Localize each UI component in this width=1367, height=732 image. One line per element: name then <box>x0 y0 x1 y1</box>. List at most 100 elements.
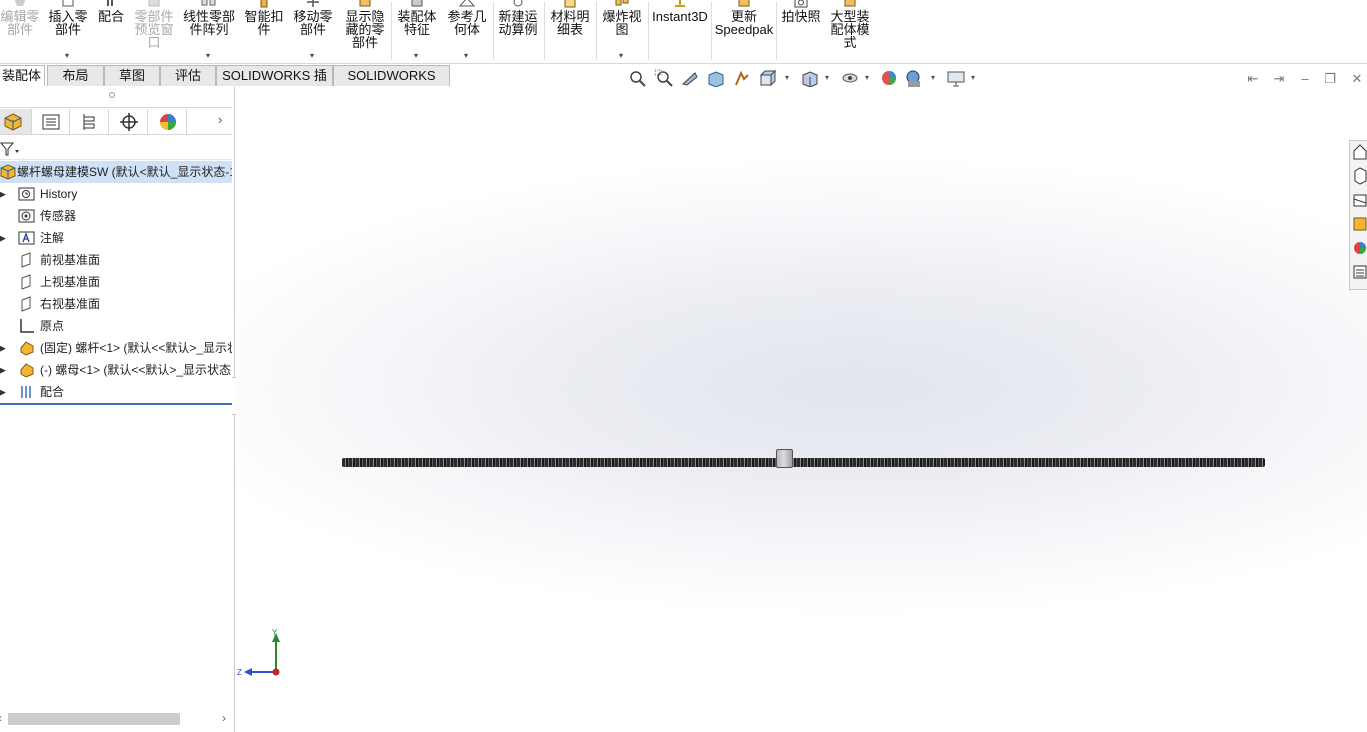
previous-view-icon[interactable] <box>680 69 700 89</box>
move-component-button[interactable]: 移动零 部件 ▾ <box>291 0 335 62</box>
edit-appearance-icon[interactable] <box>880 69 900 89</box>
home-icon[interactable] <box>1352 143 1367 163</box>
update-speedpak-button[interactable]: 更新 Speedpak <box>714 0 774 62</box>
scrollbar-thumb[interactable] <box>8 713 180 725</box>
graphics-area[interactable]: Y Z <box>236 87 1367 732</box>
display-style-icon[interactable] <box>800 69 820 89</box>
chevron-right-icon[interactable]: › <box>218 112 222 127</box>
zoom-to-fit-icon[interactable] <box>628 69 648 89</box>
tile-right-icon[interactable]: ⇥ <box>1271 71 1287 87</box>
tree-node-right-plane[interactable]: 右视基准面 <box>0 293 232 315</box>
rollback-bar[interactable] <box>0 403 232 405</box>
assembly-icon <box>0 164 17 180</box>
annotations-icon <box>18 230 35 246</box>
bom-button[interactable]: 材料明 细表 <box>548 0 592 62</box>
exploded-view-button[interactable]: 爆炸视 图 ▾ <box>600 0 644 62</box>
hide-show-items-icon[interactable] <box>840 69 860 89</box>
view-orientation-icon[interactable] <box>758 69 778 89</box>
move-component-icon <box>304 0 322 8</box>
dropdown-arrow-icon[interactable]: ▾ <box>785 73 789 82</box>
dropdown-arrow-icon[interactable]: ▾ <box>971 73 975 82</box>
expand-arrow-icon[interactable]: ▶ <box>0 337 6 359</box>
scroll-left-icon[interactable]: ‹ <box>0 711 2 725</box>
dropdown-arrow-icon[interactable]: ▾ <box>865 73 869 82</box>
tab-solidworks-mbd[interactable]: SOLIDWORKS MBD <box>333 65 450 103</box>
section-view-icon[interactable] <box>706 69 726 89</box>
tab-configuration-manager[interactable] <box>71 109 109 134</box>
edit-component-button[interactable]: 编辑零 部件 <box>0 0 40 62</box>
instant3d-icon <box>671 0 689 8</box>
dropdown-arrow-icon[interactable]: ▾ <box>414 49 418 62</box>
tree-node-annotations[interactable]: ▶ 注解 <box>0 227 232 249</box>
expand-arrow-icon[interactable]: ▶ <box>0 359 6 381</box>
new-motion-study-button[interactable]: 新建运 动算例 <box>496 0 540 62</box>
dynamic-annotation-icon[interactable] <box>732 69 752 89</box>
panel-splitter-handle[interactable] <box>109 92 115 98</box>
tree-node-mates[interactable]: ▶ 配合 <box>0 381 232 403</box>
tab-sketch[interactable]: 草图 <box>104 65 160 86</box>
bom-icon <box>561 0 579 8</box>
tab-assembly[interactable]: 装配体 <box>0 65 45 86</box>
zoom-to-area-icon[interactable] <box>654 69 674 89</box>
close-icon[interactable]: ✕ <box>1349 71 1365 87</box>
horizontal-scrollbar[interactable]: ‹ › <box>0 711 232 727</box>
instant3d-button[interactable]: Instant3D <box>652 0 708 62</box>
reference-triad: Y Z <box>237 628 280 677</box>
insert-component-button[interactable]: 插入零 部件 ▾ <box>46 0 90 62</box>
tab-feature-manager[interactable] <box>0 109 32 134</box>
large-assembly-mode-button[interactable]: 大型装 配体模 式 <box>827 0 873 62</box>
smart-fastener-button[interactable]: 智能扣 件 <box>242 0 286 62</box>
assembly-feature-button[interactable]: 装配体 特征 ▾ <box>395 0 439 62</box>
show-hidden-components-button[interactable]: 显示隐 藏的零 部件 <box>342 0 388 62</box>
panel-tabs: › <box>0 107 232 135</box>
dropdown-arrow-icon[interactable]: ▾ <box>206 49 210 62</box>
file-explorer-icon[interactable] <box>1352 191 1367 211</box>
linear-pattern-button[interactable]: 线性零部 件阵列 ▾ <box>181 0 237 62</box>
custom-properties-icon[interactable] <box>1352 263 1367 283</box>
filter-icon[interactable] <box>0 140 22 161</box>
tab-dimxpert-manager[interactable] <box>110 109 148 134</box>
minimize-icon[interactable]: – <box>1297 71 1313 87</box>
dropdown-arrow-icon[interactable]: ▾ <box>931 73 935 82</box>
reference-geometry-button[interactable]: 参考几 何体 ▾ <box>444 0 490 62</box>
task-pane <box>1349 140 1367 290</box>
view-palette-icon[interactable] <box>1352 215 1367 235</box>
tab-display-manager[interactable] <box>149 109 187 134</box>
tab-property-manager[interactable] <box>32 109 70 134</box>
snapshot-button[interactable]: 拍快照 <box>779 0 823 62</box>
tree-root-assembly[interactable]: 螺杆螺母建模SW (默认<默认_显示状态-1>) <box>0 161 232 183</box>
tree-node-screw-part[interactable]: ▶ (固定) 螺杆<1> (默认<<默认>_显示状态 1>) <box>0 337 232 359</box>
view-settings-icon[interactable] <box>946 69 966 89</box>
tab-evaluate[interactable]: 评估 <box>160 65 216 86</box>
tree-node-origin[interactable]: 原点 <box>0 315 232 337</box>
dropdown-arrow-icon[interactable]: ▾ <box>464 49 468 62</box>
tree-node-nut-part[interactable]: ▶ (-) 螺母<1> (默认<<默认>_显示状态 1>) <box>0 359 232 381</box>
tree-node-history[interactable]: ▶ History <box>0 183 232 205</box>
scroll-right-icon[interactable]: › <box>222 711 226 725</box>
tree-node-front-plane[interactable]: 前视基准面 <box>0 249 232 271</box>
screw-model[interactable] <box>342 458 1265 467</box>
ribbon-separator <box>544 2 545 60</box>
nut-model[interactable] <box>776 449 793 468</box>
configuration-manager-icon <box>83 114 95 130</box>
dropdown-arrow-icon[interactable]: ▾ <box>65 49 69 62</box>
design-library-icon[interactable] <box>1352 167 1367 187</box>
mate-button[interactable]: 配合 <box>95 0 127 62</box>
dropdown-arrow-icon[interactable]: ▾ <box>619 49 623 62</box>
ribbon-separator <box>493 2 494 60</box>
tab-solidworks-addins[interactable]: SOLIDWORKS 插件 <box>216 65 333 103</box>
restore-icon[interactable]: ❐ <box>1322 71 1338 87</box>
component-preview-button[interactable]: 零部件 预览窗 口 <box>132 0 176 62</box>
tree-node-sensors[interactable]: 传感器 <box>0 205 232 227</box>
expand-arrow-icon[interactable]: ▶ <box>0 227 6 249</box>
expand-arrow-icon[interactable]: ▶ <box>0 381 6 403</box>
apply-scene-icon[interactable] <box>904 69 924 89</box>
appearances-icon[interactable] <box>1352 239 1367 259</box>
expand-arrow-icon[interactable]: ▶ <box>0 183 6 205</box>
smart-fastener-icon <box>255 0 273 8</box>
tile-left-icon[interactable]: ⇤ <box>1245 71 1261 87</box>
tree-node-top-plane[interactable]: 上视基准面 <box>0 271 232 293</box>
tab-layout[interactable]: 布局 <box>47 65 104 86</box>
dropdown-arrow-icon[interactable]: ▾ <box>310 49 314 62</box>
dropdown-arrow-icon[interactable]: ▾ <box>825 73 829 82</box>
